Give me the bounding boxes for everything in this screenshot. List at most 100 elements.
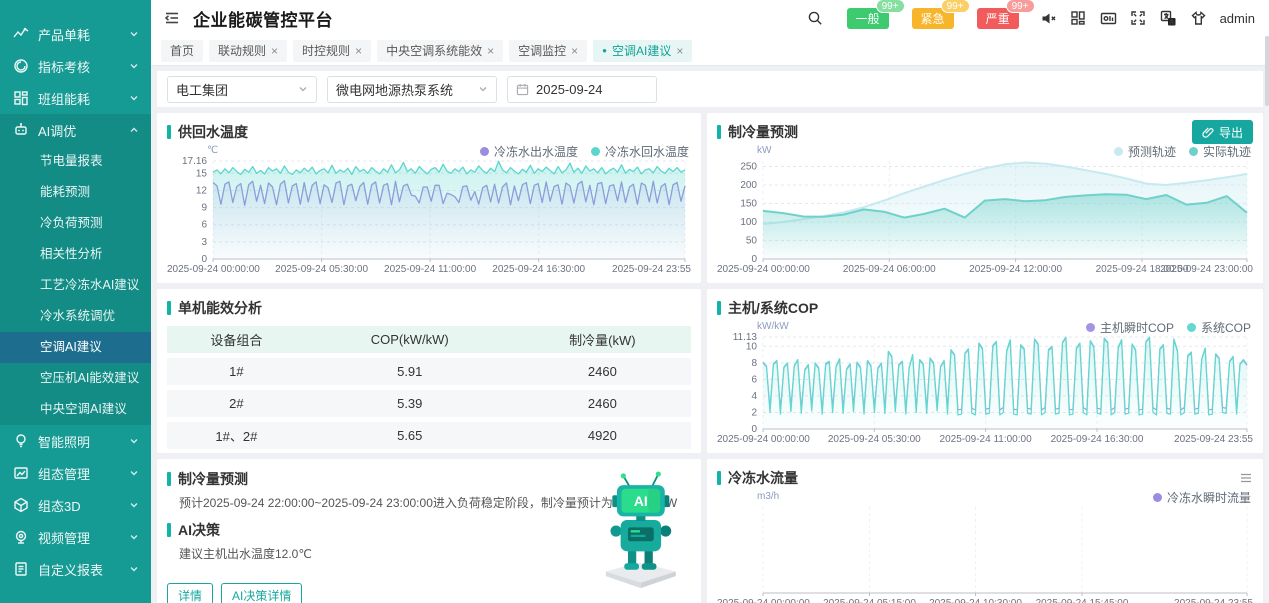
svg-text:2025-09-24 11:00:00: 2025-09-24 11:00:00 [384,264,477,275]
sidebar-subitem-air-compressor-ai[interactable]: 空压机AI能效建议 [0,363,151,394]
svg-text:2025-09-24 05:15:00: 2025-09-24 05:15:00 [823,598,916,603]
image-icon [13,465,29,481]
translate-icon[interactable]: A [1160,10,1177,27]
table-row: 2# 5.39 2460 [167,390,691,417]
col-header: 制冷量(kW) [514,326,691,353]
forecast-chart: kW预测轨迹实际轨迹0501001502002502025-09-24 00:0… [717,145,1253,275]
sidebar-group-ai-tuning: AI调优 节电量报表 能耗预测 冷负荷预测 相关性分析 工艺冷冻水AI建议 冷水… [0,114,151,425]
badge-label: 严重 [986,12,1010,26]
sidebar-item-team-energy[interactable]: 班组能耗 [0,82,151,114]
sidebar-item-ai-tuning[interactable]: AI调优 [0,114,151,146]
chart-legend: 主机瞬时COP 系统COP [1086,319,1251,336]
chevron-down-icon [129,532,139,542]
theme-shirt-icon[interactable] [1190,10,1207,27]
detail-button[interactable]: 详情 [167,583,213,603]
svg-text:250: 250 [740,162,757,173]
accent-bar [717,301,721,315]
tab-label: 空调AI建议 [612,42,671,59]
svg-text:12: 12 [196,186,208,197]
sidebar-item-kpi-assessment[interactable]: 指标考核 [0,50,151,82]
svg-text:150: 150 [740,199,757,210]
org-select[interactable]: 电工集团 [167,76,317,103]
sidebar-subitem-cooling-load-forecast[interactable]: 冷负荷预测 [0,208,151,239]
badge-label: 一般 [856,12,880,26]
tab-schedule-rules[interactable]: 时控规则 × [293,40,371,62]
axis-unit-label: m3/h [757,491,779,502]
user-name[interactable]: admin [1220,11,1255,26]
svg-text:2025-09-24 23:00:00: 2025-09-24 23:00:00 [1160,264,1253,275]
scrollbar[interactable] [1265,36,1269,603]
tab-hvac-ai-advice[interactable]: ● 空调AI建议 × [593,40,692,62]
tab-central-ac-efficiency[interactable]: 中央空调系统能效 × [377,40,503,62]
data-view-icon[interactable] [1239,471,1253,485]
legend-item[interactable]: 冷冻水出水温度 [480,143,578,160]
close-icon[interactable]: × [487,45,494,57]
sidebar-item-smart-lighting[interactable]: 智能照明 [0,425,151,457]
svg-text:9: 9 [201,203,207,214]
sidebar-collapse-icon[interactable] [163,9,181,27]
sidebar-subitem-energy-saving-report[interactable]: 节电量报表 [0,146,151,177]
sidebar-item-scada-config[interactable]: 组态管理 [0,457,151,489]
svg-text:2025-09-24 12:00:00: 2025-09-24 12:00:00 [969,264,1062,275]
alarm-badge-normal[interactable]: 一般 99+ [847,8,889,29]
cell-cop: 5.91 [306,358,514,385]
efficiency-table: 设备组合 COP(kW/kW) 制冷量(kW) 1# 5.91 2460 [167,321,691,453]
close-icon[interactable]: × [676,45,683,57]
sidebar-item-label: 组态3D [38,496,129,515]
sidebar-item-video-mgmt[interactable]: 视频管理 [0,521,151,553]
ai-detail-button[interactable]: AI决策详情 [221,583,302,603]
close-icon[interactable]: × [571,45,578,57]
fullscreen-icon[interactable] [1130,10,1147,27]
legend-item[interactable]: 冷冻水瞬时流量 [1153,489,1251,506]
svg-text:2025-09-24 11:00:00: 2025-09-24 11:00:00 [940,434,1033,445]
calendar-icon [516,83,529,96]
accent-bar [717,125,721,139]
system-select[interactable]: 微电网地源热泵系统 [327,76,497,103]
tab-linkage-rules[interactable]: 联动规则 × [209,40,287,62]
dashboard-grid-icon[interactable] [1070,10,1087,27]
svg-text:4: 4 [751,391,757,402]
sidebar-subitem-central-ac-ai[interactable]: 中央空调AI建议 [0,394,151,425]
accent-bar [167,523,171,537]
legend-item[interactable]: 主机瞬时COP [1086,319,1174,336]
sidebar-subitem-hvac-ai-advice[interactable]: 空调AI建议 [0,332,151,363]
legend-item[interactable]: 预测轨迹 [1114,143,1176,160]
sidebar-subitem-energy-forecast[interactable]: 能耗预测 [0,177,151,208]
svg-text:2025-09-24 23:55: 2025-09-24 23:55 [612,264,691,275]
active-dot-icon: ● [602,46,607,55]
legend-item[interactable]: 实际轨迹 [1189,143,1251,160]
sidebar-item-product-consumption[interactable]: 产品单耗 [0,18,151,50]
paperclip-icon [1202,126,1214,138]
tab-ac-monitor[interactable]: 空调监控 × [509,40,587,62]
accent-bar [167,301,171,315]
close-icon[interactable]: × [271,45,278,57]
legend-item[interactable]: 系统COP [1187,319,1251,336]
svg-text:2025-09-24 10:30:00: 2025-09-24 10:30:00 [929,598,1022,603]
mute-icon[interactable] [1040,10,1057,27]
sidebar-subitem-correlation-analysis[interactable]: 相关性分析 [0,239,151,270]
alarm-badge-urgent[interactable]: 紧急 99+ [912,8,954,29]
date-value: 2025-09-24 [536,82,603,97]
export-button[interactable]: 导出 [1192,120,1253,144]
search-icon[interactable] [807,10,824,27]
badge-count: 99+ [1006,0,1035,13]
scrollbar-thumb[interactable] [1265,36,1269,106]
legend-dot [1114,147,1123,156]
ai-decision-title: AI决策 [178,520,220,540]
robot-icon [13,122,29,138]
panel-supply-return-temp: 供回水温度 ℃冷冻水出水温度冷冻水回水温度0369121517.162025-0… [157,113,701,283]
sidebar-subitem-chilled-water-tuning[interactable]: 冷水系统调优 [0,301,151,332]
tab-home[interactable]: 首页 [161,40,203,62]
close-icon[interactable]: × [355,45,362,57]
trend-icon [13,26,29,42]
legend-item[interactable]: 冷冻水回水温度 [591,143,689,160]
svg-text:2025-09-24 16:30:00: 2025-09-24 16:30:00 [1051,434,1144,445]
screen-monitor-icon[interactable] [1100,10,1117,27]
sidebar-item-custom-report[interactable]: 自定义报表 [0,553,151,585]
alarm-badge-severe[interactable]: 严重 99+ [977,8,1019,29]
sidebar-item-scada-3d[interactable]: 组态3D [0,489,151,521]
date-picker[interactable]: 2025-09-24 [507,76,657,103]
svg-text:2025-09-24 05:30:00: 2025-09-24 05:30:00 [275,264,368,275]
sidebar-subitem-process-chilled-water-ai[interactable]: 工艺冷冻水AI建议 [0,270,151,301]
sidebar-item-label: 产品单耗 [38,25,129,44]
